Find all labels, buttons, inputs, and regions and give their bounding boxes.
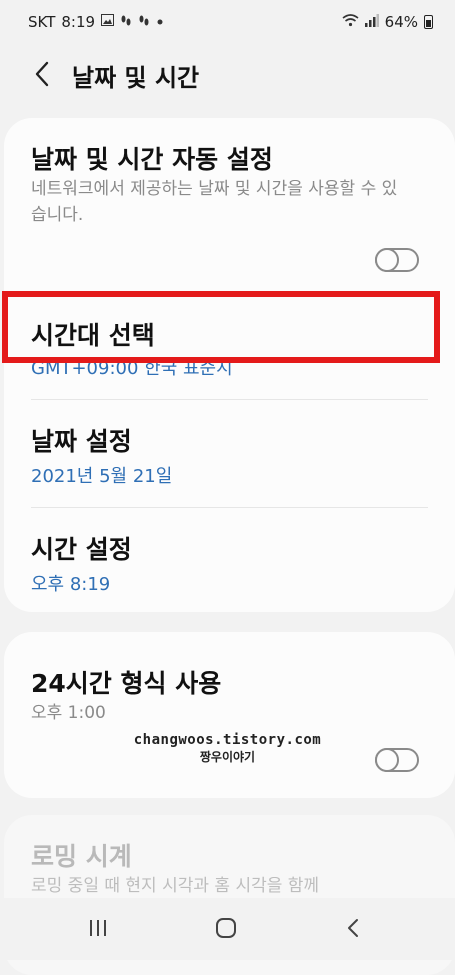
more-notifications-dot-icon	[156, 15, 164, 30]
nav-back-button[interactable]	[333, 912, 373, 944]
back-button[interactable]	[22, 54, 62, 94]
gallery-notification-icon	[101, 14, 115, 30]
toggle-knob	[375, 248, 399, 272]
hour24-row[interactable]: 24시간 형식 사용 오후 1:00	[4, 632, 455, 798]
home-icon	[216, 918, 236, 938]
recent-apps-icon	[90, 920, 106, 936]
time-row[interactable]: 시간 설정 오후 8:19	[4, 508, 455, 612]
signal-icon	[364, 13, 379, 31]
time-title: 시간 설정	[31, 535, 132, 564]
auto-datetime-title: 날짜 및 시간 자동 설정	[31, 145, 273, 174]
time-value: 오후 8:19	[31, 574, 111, 595]
watermark-url: changwoos.tistory.com	[133, 732, 322, 748]
hour24-value: 오후 1:00	[31, 703, 106, 723]
status-left: SKT 8:19	[28, 13, 164, 31]
roaming-title: 로밍 시계	[31, 842, 132, 871]
clock: 8:19	[61, 13, 96, 31]
roaming-description: 로밍 중일 때 현지 시각과 홈 시각을 함께	[31, 876, 320, 896]
auto-datetime-description: 네트워크에서 제공하는 날짜 및 시간을 사용할 수 있습니다.	[31, 179, 398, 225]
auto-datetime-row[interactable]: 날짜 및 시간 자동 설정 네트워크에서 제공하는 날짜 및 시간을 사용할 수…	[4, 118, 455, 284]
timezone-value: GMT+09:00 한국 표준시	[31, 358, 233, 379]
step-notification-icon	[120, 14, 132, 31]
datetime-settings-card: 날짜 및 시간 자동 설정 네트워크에서 제공하는 날짜 및 시간을 사용할 수…	[4, 118, 455, 612]
chevron-left-icon	[35, 61, 49, 87]
home-button[interactable]	[206, 912, 246, 944]
timezone-row[interactable]: 시간대 선택 GMT+09:00 한국 표준시	[4, 292, 455, 379]
timezone-title: 시간대 선택	[31, 321, 155, 350]
recent-apps-button[interactable]	[78, 912, 118, 944]
step-notification-icon-2	[138, 14, 150, 31]
date-row[interactable]: 날짜 설정 2021년 5월 21일	[4, 400, 455, 508]
battery-percent: 64%	[384, 13, 418, 31]
battery-icon	[424, 15, 433, 29]
status-bar: SKT 8:19 64%	[0, 0, 455, 44]
hour24-card: 24시간 형식 사용 오후 1:00	[4, 632, 455, 798]
watermark-name: 짱우이야기	[199, 750, 256, 764]
page-title: 날짜 및 시간	[72, 64, 200, 92]
back-icon	[348, 919, 358, 937]
status-right: 64%	[342, 13, 433, 31]
hour24-title: 24시간 형식 사용	[31, 669, 222, 698]
date-value: 2021년 5월 21일	[31, 466, 173, 487]
carrier-label: SKT	[28, 13, 56, 31]
wifi-icon	[342, 13, 359, 31]
auto-datetime-toggle[interactable]	[375, 248, 419, 272]
date-title: 날짜 설정	[31, 427, 132, 456]
navigation-bar	[0, 898, 455, 960]
app-bar: 날짜 및 시간	[0, 44, 455, 104]
